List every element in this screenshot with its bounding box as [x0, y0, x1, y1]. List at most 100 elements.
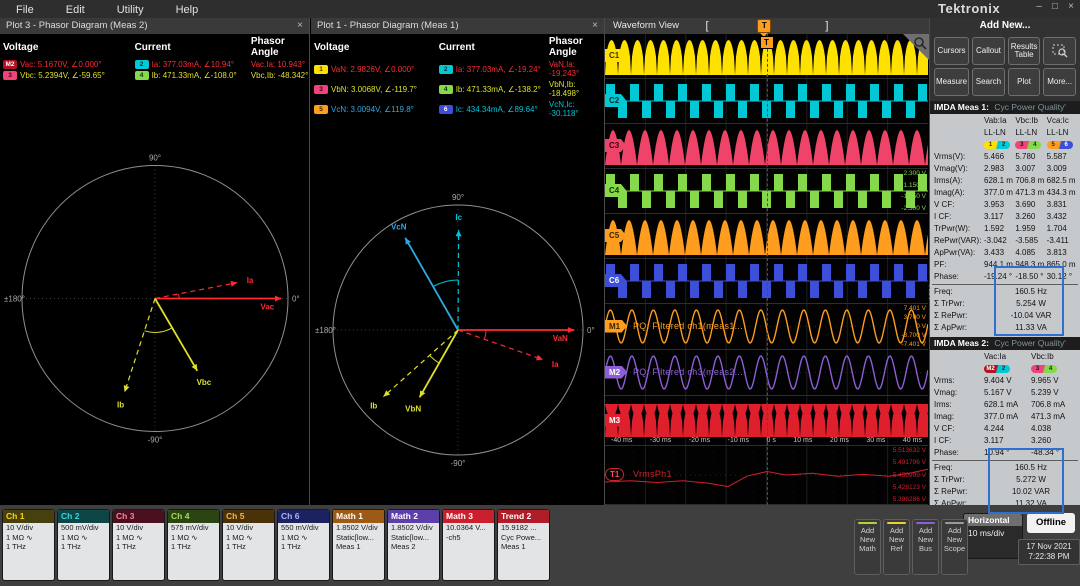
add-new-ref-button[interactable]: Add New Ref	[883, 519, 910, 575]
time-axis-tick: 40 ms	[902, 437, 922, 444]
meas2-subtitle: Cyc Power Quality'	[994, 338, 1066, 348]
menu-item-edit[interactable]: Edit	[50, 2, 101, 16]
meas1-subtitle: Cyc Power Quality'	[994, 102, 1066, 112]
meas-row-label: Imag(A):	[934, 188, 965, 197]
trigger-indicator-icon[interactable]: T	[759, 36, 774, 49]
channel-badge-line: 10 V/div	[226, 523, 254, 532]
meas-value: 9.965 V	[1031, 376, 1059, 385]
channel-badge-ch3[interactable]: Ch 3 10 V/div 1 MΩ ∿ 1 THz	[112, 509, 165, 581]
meas-badge-cell: 12	[984, 139, 1015, 151]
readout-row: 3 VbN: 3.0068V, ∠-119.7° 4 Ib: 471.33mA, ∠-…	[314, 79, 604, 99]
zoom-bracket-right[interactable]: ]	[825, 18, 828, 34]
trigger-marker-icon[interactable]: T	[757, 19, 772, 37]
offline-button[interactable]: Offline	[1027, 513, 1075, 533]
waveform-view-panel[interactable]: Waveform View [ ] T T C1 C2 C3 C4 2.300 V 1.1…	[605, 18, 930, 505]
menu-item-help[interactable]: Help	[160, 2, 215, 16]
horizontal-panel[interactable]: Horizontal 10 ms/div	[963, 513, 1023, 559]
channel-badge-ch5[interactable]: Ch 5 10 V/div 1 MΩ ∿ 1 THz	[222, 509, 275, 581]
more--button[interactable]: More...	[1043, 68, 1076, 96]
zoom-tool-button[interactable]	[1043, 37, 1076, 65]
svg-text:0°: 0°	[587, 326, 595, 335]
meas-separator	[932, 460, 1078, 461]
phasor-angle-value: VaN,Ia: -19.243°	[548, 60, 580, 78]
channel-badge-ch1[interactable]: Ch 1 10 V/div 1 MΩ ∿ 1 THz	[2, 509, 55, 581]
channel-badge-line: 10.0364 V...	[446, 523, 486, 532]
voltage-value: VcN: 3.0094V, ∠119.8°	[331, 104, 414, 114]
meas-value: 10.94 °	[984, 448, 1010, 457]
zoom-area-icon	[1052, 44, 1068, 58]
cursors-button[interactable]: Cursors	[934, 37, 970, 65]
meas-row: I CF: 3.117 3.260	[932, 435, 1078, 447]
meas-row-label: I CF:	[934, 436, 952, 445]
add-new-bus-button[interactable]: Add New Bus	[912, 519, 939, 575]
zoom-bracket-left[interactable]: [	[705, 18, 708, 34]
meas-row-label: I CF:	[934, 212, 952, 221]
restore-button[interactable]: □	[1048, 1, 1062, 12]
channel-badge-trend2[interactable]: Trend 2 15.9182 ... Cyc Powe... Meas 1	[497, 509, 550, 581]
menu-item-utility[interactable]: Utility	[101, 2, 160, 16]
menu-item-file[interactable]: File	[0, 2, 50, 16]
meas-row: Phase: 10.94 ° -48.34 °	[932, 447, 1078, 459]
meas-row-label: PF:	[934, 260, 947, 269]
meas-value: 3.007	[1015, 164, 1036, 173]
close-button[interactable]: ×	[1064, 1, 1078, 12]
phasor-diagram[interactable]: 90° -90° 0° ±180° Vac Ia Vbc Ib	[0, 83, 309, 511]
plot-close-icon[interactable]: ×	[297, 18, 303, 34]
meas2-results-table[interactable]: Vac:Ia Vbc:Ib M2 2 3 4 Vrms: 9.404 V 9.965 V Vmag…	[930, 350, 1080, 514]
channel-badge-ch2[interactable]: Ch 2 500 mV/div 1 MΩ ∿ 1 THz	[57, 509, 110, 581]
meas-value: 3.433	[984, 248, 1005, 257]
waveform-bands[interactable]: T C1 C2 C3 C4 2.300 V 1.150 V -1.150 V -2.300 V…	[605, 34, 928, 505]
meas-value: 5.167 V	[984, 388, 1012, 397]
current-value: Ia: 377.03mA, ∠-19.24°	[455, 64, 541, 74]
meas-col-header: Vbc:Ib	[1031, 352, 1054, 361]
meas-row: RePwr(VAR): -3.042 -3.585 -3.411	[932, 235, 1078, 247]
meas1-header[interactable]: IMDA Meas 1: Cyc Power Quality'	[930, 101, 1080, 114]
time-axis-tick: 0 s	[766, 437, 776, 444]
source-badge: 5	[314, 104, 328, 114]
channel-badge-header: Ch 1	[3, 510, 54, 523]
meas-value: -3.411	[1046, 236, 1069, 245]
time-axis-tick: -10 ms	[727, 437, 750, 444]
search-button[interactable]: Search	[972, 68, 1005, 96]
angle-col-header: Phasor Angle	[250, 36, 285, 58]
phasor-angle-value: VbN,Ib: -18.498°	[548, 80, 580, 98]
channel-badge-math3[interactable]: Math 3 10.0364 V... -ch5	[442, 509, 495, 581]
channel-tag-t1[interactable]: T1	[605, 468, 625, 481]
panel-divider-handle[interactable]: ⋮ ⋮	[924, 285, 935, 301]
channel-badge-ch4[interactable]: Ch 4 575 mV/div 1 MΩ ∿ 1 THz	[167, 509, 220, 581]
channel-badge-math1[interactable]: Math 1 1.8502 V/div Static[low... Meas 1	[332, 509, 385, 581]
channel-badge-line: Meas 2	[391, 542, 416, 551]
minimize-button[interactable]: –	[1032, 1, 1046, 12]
plot-titlebar[interactable]: Plot 1 - Phasor Diagram (Meas 1) ×	[311, 18, 604, 34]
meas-value: 682.5 m	[1046, 176, 1076, 185]
channel-badge-math2[interactable]: Math 2 1.8502 V/div Static[low... Meas 2	[387, 509, 440, 581]
meas-row: V CF: 3.953 3.690 3.831	[932, 199, 1078, 211]
add-new-scope-button[interactable]: Add New Scope	[941, 519, 968, 575]
meas-col-subheaders: LL-LN LL-LN LL-LN	[932, 127, 1078, 139]
voltage-cell: 3 Vbc: 5.2394V, ∠-59.65°	[3, 71, 135, 80]
add-new-math-button[interactable]: Add New Math	[854, 519, 881, 575]
meas1-results-table[interactable]: Vab:Ia Vbc:Ib Vca:Ic LL-LN LL-LN LL-LN 1 2 3 4 5 6 V…	[930, 114, 1080, 337]
svg-text:±180°: ±180°	[315, 326, 336, 335]
meas1-title: IMDA Meas 1:	[934, 102, 989, 112]
callout-button[interactable]: Callout	[972, 37, 1005, 65]
channel-badge-ch6[interactable]: Ch 6 550 mV/div 1 MΩ ∿ 1 THz	[277, 509, 330, 581]
time-axis-tick: 10 ms	[793, 437, 813, 444]
meas-col-headers: Vac:Ia Vbc:Ib	[932, 351, 1078, 363]
zoom-corner-button[interactable]	[903, 34, 929, 60]
source-badge: 2	[134, 60, 149, 69]
channel-badge-line: Static[low...	[336, 532, 374, 542]
channel-badge-line: 1 MΩ ∿	[116, 532, 143, 542]
plot-button[interactable]: Plot	[1007, 68, 1041, 96]
measure-button[interactable]: Measure	[934, 68, 970, 96]
results-table-button[interactable]: Results Table	[1007, 37, 1041, 65]
meas-summary-value: -10.04 VAR	[1010, 311, 1052, 320]
meas-row: ApPwr(VA): 3.433 4.085 3.813	[932, 247, 1078, 259]
channel-badge-line: 1 THz	[6, 542, 26, 551]
meas2-header[interactable]: IMDA Meas 2: Cyc Power Quality'	[930, 337, 1080, 350]
meas-row-label: Vmag(V):	[934, 164, 968, 173]
plot-titlebar[interactable]: Plot 3 - Phasor Diagram (Meas 2) ×	[0, 18, 309, 34]
plot-close-icon[interactable]: ×	[592, 18, 598, 34]
phasor-diagram[interactable]: 90° -90° 0° ±180° VaN Ia VbN Ib VcN Ic	[311, 121, 604, 536]
readout-header-row: Voltage Current Phasor Angle	[3, 35, 309, 59]
